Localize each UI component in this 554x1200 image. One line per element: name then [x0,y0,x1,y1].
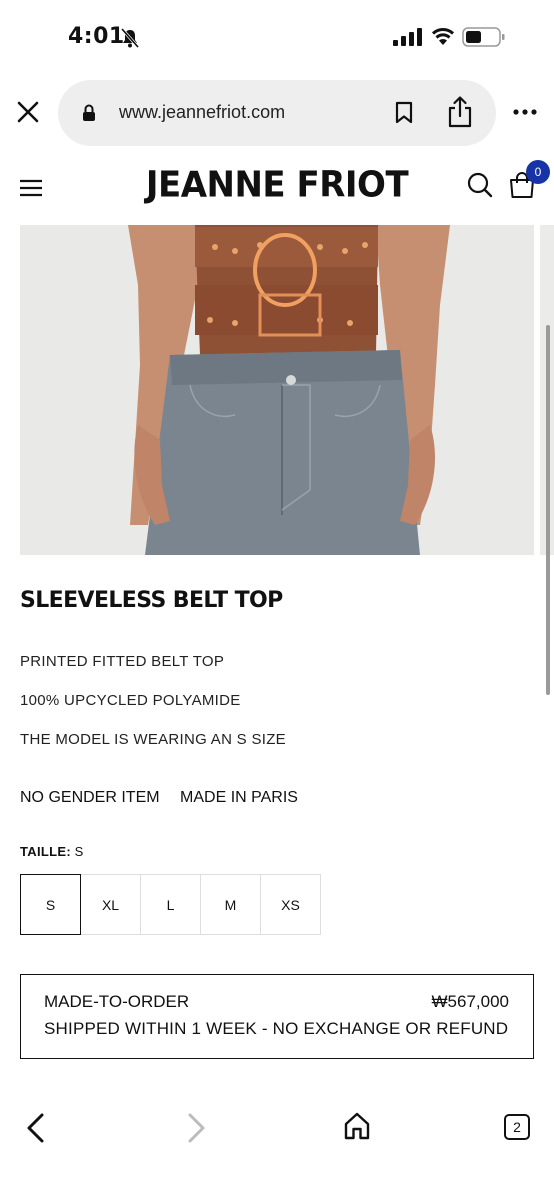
product-description-line: THE MODEL IS WEARING AN S SIZE [20,731,286,748]
bookmark-icon[interactable] [394,101,414,125]
size-option-s[interactable]: S [20,874,81,935]
product-tags: NO GENDER ITEM MADE IN PARIS [20,789,314,807]
size-option-m[interactable]: M [200,874,261,935]
site-header: JEANNE FRIOT [0,155,554,221]
page-scrollbar[interactable] [546,325,550,695]
battery-icon [462,27,505,47]
tabs-count-button[interactable]: 2 [504,1114,530,1140]
address-bar[interactable]: www.jeannefriot.com [58,80,496,146]
share-icon[interactable] [446,95,474,129]
bell-off-icon [121,28,139,48]
tag-gender: NO GENDER ITEM [20,789,160,806]
back-icon[interactable] [24,1112,48,1144]
cellular-signal-icon [393,28,422,46]
product-description-line: PRINTED FITTED BELT TOP [20,653,225,670]
product-photo-illustration [128,225,450,555]
more-options-icon[interactable] [512,108,538,116]
product-price: ₩567,000 [431,992,510,1011]
size-label-value: S [74,844,84,859]
search-icon[interactable] [466,171,494,199]
size-option-xs[interactable]: XS [260,874,321,935]
size-option-xl[interactable]: XL [80,874,141,935]
forward-icon[interactable] [184,1112,208,1144]
lock-icon [83,104,95,121]
product-title: SLEEVELESS BELT TOP [20,588,283,613]
size-label-title: TAILLE: [20,844,71,859]
browser-toolbar: 2 [0,1098,554,1158]
home-icon[interactable] [342,1111,372,1141]
close-icon[interactable] [14,98,42,126]
cart-count-badge: 0 [526,160,550,184]
made-to-order-option[interactable]: MADE-TO-ORDER ₩567,000 SHIPPED WITHIN 1 … [20,974,534,1059]
status-bar: 4:01 [0,0,554,70]
wifi-icon [431,28,455,45]
product-image[interactable] [20,225,534,555]
shipping-note: SHIPPED WITHIN 1 WEEK - NO EXCHANGE OR R… [44,1019,509,1038]
size-option-l[interactable]: L [140,874,201,935]
tag-origin: MADE IN PARIS [180,789,298,806]
browser-address-row: www.jeannefriot.com [0,78,554,146]
size-label: TAILLE: S [20,844,83,859]
url-text: www.jeannefriot.com [119,102,286,122]
status-time: 4:01 [68,24,125,49]
size-selector: S XL L M XS [20,874,321,935]
product-description-line: 100% UPCYCLED POLYAMIDE [20,692,241,709]
order-title: MADE-TO-ORDER [44,992,190,1011]
